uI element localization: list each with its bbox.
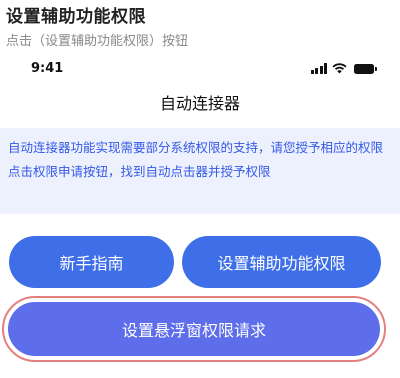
battery-icon	[354, 64, 377, 74]
phone-screen: 9:41 自动连接器 自动连接器功能实现需要部分系统权限的支持，请您授予相应的权…	[0, 56, 400, 378]
permission-notice: 自动连接器功能实现需要部分系统权限的支持，请您授予相应的权限 点击权限申请按钮，…	[0, 128, 400, 214]
wifi-icon	[332, 63, 347, 74]
notice-text: 自动连接器功能实现需要部分系统权限的支持，请您授予相应的权限	[8, 140, 384, 155]
accessibility-permission-button[interactable]: 设置辅助功能权限	[182, 236, 381, 288]
notice-hint: 点击权限申请按钮，找到自动点击器并授予权限	[8, 164, 271, 179]
overlay-permission-button[interactable]: 设置悬浮窗权限请求	[8, 302, 380, 356]
step-title: 设置辅助功能权限	[6, 7, 146, 27]
status-icons	[310, 63, 377, 74]
step-instruction: 点击（设置辅助功能权限）按钮	[6, 34, 189, 49]
app-title: 自动连接器	[159, 94, 240, 113]
signal-icon	[310, 63, 327, 74]
beginner-guide-button[interactable]: 新手指南	[9, 236, 174, 288]
status-time: 9:41	[31, 61, 64, 76]
status-bar: 9:41	[0, 56, 400, 82]
highlight-ring: 设置悬浮窗权限请求	[2, 296, 386, 362]
